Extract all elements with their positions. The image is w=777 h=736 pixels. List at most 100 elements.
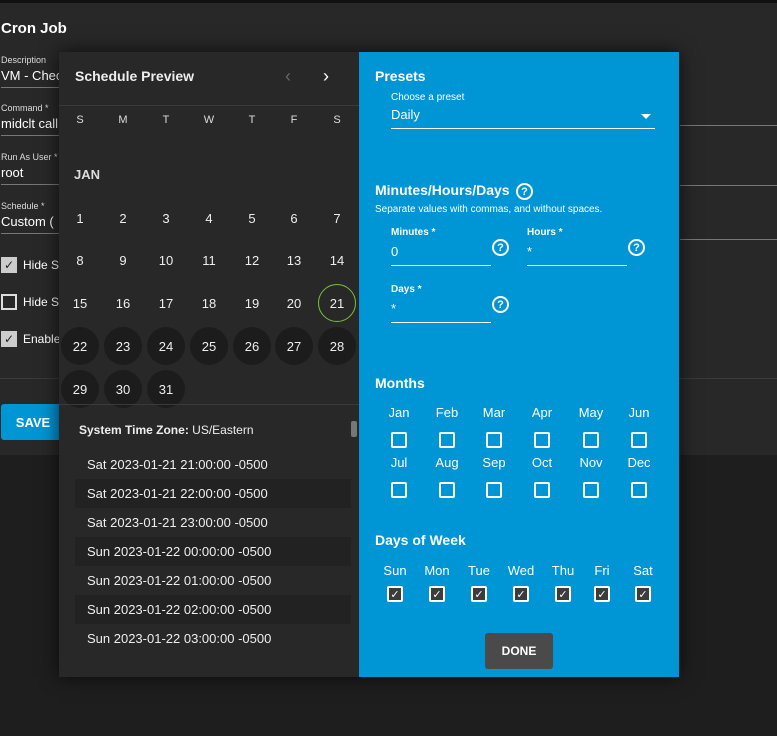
upcoming-runs-list: Sat 2023-01-21 21:00:00 -0500 Sat 2023-0… xyxy=(75,450,351,653)
month-option-aug[interactable]: Aug xyxy=(423,455,471,498)
preset-select[interactable]: Choose a preset Daily xyxy=(391,92,655,129)
description-value[interactable]: VM - Check xyxy=(1,68,61,83)
calendar-day: 14 xyxy=(329,252,345,268)
calendar-day: 8 xyxy=(76,252,84,268)
month-option-dec[interactable]: Dec xyxy=(615,455,663,498)
check-icon[interactable]: ✓ xyxy=(429,586,445,602)
calendar-day: 6 xyxy=(290,210,298,226)
month-option-may[interactable]: May xyxy=(567,405,615,448)
calendar-day: 29 xyxy=(61,370,99,408)
list-item: Sun 2023-01-22 02:00:00 -0500 xyxy=(75,595,351,624)
run-as-user-field[interactable]: Run As User * root xyxy=(1,152,61,185)
minutes-field[interactable]: Minutes * 0 xyxy=(391,227,491,266)
check-icon[interactable]: ✓ xyxy=(635,586,651,602)
month-checkbox[interactable] xyxy=(391,482,407,498)
run-as-user-label: Run As User * xyxy=(1,152,58,162)
enabled-checkbox[interactable]: ✓ Enable xyxy=(1,331,60,347)
done-button[interactable]: DONE xyxy=(485,633,553,669)
dow-option-sat[interactable]: Sat ✓ xyxy=(622,563,664,602)
calendar-day: 27 xyxy=(275,327,313,365)
month-option-jan[interactable]: Jan xyxy=(375,405,423,448)
chevron-down-icon[interactable] xyxy=(641,114,651,119)
check-icon[interactable]: ✓ xyxy=(594,586,610,602)
month-option-sep[interactable]: Sep xyxy=(470,455,518,498)
month-checkbox[interactable] xyxy=(391,432,407,448)
preset-value[interactable]: Daily xyxy=(391,107,655,125)
calendar-day: 3 xyxy=(162,210,170,226)
command-field[interactable]: Command * midclt call xyxy=(1,103,61,136)
hours-field[interactable]: Hours * * xyxy=(527,227,627,266)
save-button[interactable]: SAVE xyxy=(1,404,65,440)
check-icon[interactable]: ✓ xyxy=(471,586,487,602)
month-checkbox[interactable] xyxy=(534,432,550,448)
help-circle-icon[interactable]: ? xyxy=(516,183,533,200)
calendar-day: 28 xyxy=(318,327,356,365)
description-field[interactable]: Description VM - Check xyxy=(1,55,61,88)
month-option-jul[interactable]: Jul xyxy=(375,455,423,498)
month-checkbox[interactable] xyxy=(583,432,599,448)
calendar-day: 24 xyxy=(147,327,185,365)
calendar-day: 21 xyxy=(318,284,356,322)
month-checkbox[interactable] xyxy=(439,482,455,498)
month-option-mar[interactable]: Mar xyxy=(470,405,518,448)
description-label: Description xyxy=(1,55,47,65)
days-input[interactable]: * xyxy=(391,301,491,319)
command-label: Command * xyxy=(1,103,49,113)
help-circle-icon[interactable]: ? xyxy=(628,239,645,256)
month-checkbox[interactable] xyxy=(439,432,455,448)
calendar-day: 5 xyxy=(248,210,256,226)
calendar-day: 22 xyxy=(61,327,99,365)
month-checkbox[interactable] xyxy=(534,482,550,498)
hide-stderr-checkbox[interactable]: Hide S xyxy=(1,294,59,310)
check-icon[interactable]: ✓ xyxy=(387,586,403,602)
calendar-day: 19 xyxy=(244,295,260,311)
calendar-day: 12 xyxy=(244,252,260,268)
timezone-info: System Time Zone: US/Eastern xyxy=(79,423,254,437)
check-icon[interactable]: ✓ xyxy=(513,586,529,602)
list-item: Sat 2023-01-21 23:00:00 -0500 xyxy=(87,515,268,530)
list-item: Sun 2023-01-22 03:00:00 -0500 xyxy=(87,631,272,646)
schedule-value[interactable]: Custom ( xyxy=(1,214,61,229)
calendar-day: 9 xyxy=(119,252,127,268)
chevron-right-icon[interactable]: › xyxy=(323,66,329,87)
dow-option-fri[interactable]: Fri ✓ xyxy=(581,563,623,602)
form-title: Cron Job xyxy=(1,20,67,37)
month-option-apr[interactable]: Apr xyxy=(518,405,566,448)
run-as-user-value[interactable]: root xyxy=(1,165,61,180)
month-checkbox[interactable] xyxy=(631,482,647,498)
calendar-day: 18 xyxy=(201,295,217,311)
command-value[interactable]: midclt call xyxy=(1,116,61,131)
calendar-day: 15 xyxy=(72,295,88,311)
hours-input[interactable]: * xyxy=(527,244,627,262)
calendar-day: 11 xyxy=(202,252,216,268)
dow-option-wed[interactable]: Wed ✓ xyxy=(500,563,542,602)
dow-option-sun[interactable]: Sun ✓ xyxy=(374,563,416,602)
check-icon[interactable]: ✓ xyxy=(555,586,571,602)
days-field[interactable]: Days * * xyxy=(391,284,491,323)
minutes-input[interactable]: 0 xyxy=(391,244,491,262)
month-checkbox[interactable] xyxy=(631,432,647,448)
calendar-month-label: JAN xyxy=(74,167,101,182)
month-option-feb[interactable]: Feb xyxy=(423,405,471,448)
list-item: Sat 2023-01-21 22:00:00 -0500 xyxy=(75,479,351,508)
hide-stdout-checkbox[interactable]: ✓ Hide S xyxy=(1,257,59,273)
month-checkbox[interactable] xyxy=(583,482,599,498)
chevron-left-icon[interactable]: ‹ xyxy=(285,66,291,87)
calendar-day: 10 xyxy=(158,252,174,268)
month-checkbox[interactable] xyxy=(486,482,502,498)
help-circle-icon[interactable]: ? xyxy=(492,296,509,313)
scrollbar-thumb[interactable] xyxy=(351,421,357,437)
dow-option-tue[interactable]: Tue ✓ xyxy=(458,563,500,602)
calendar-day: 31 xyxy=(147,370,185,408)
calendar-day: 23 xyxy=(104,327,142,365)
month-checkbox[interactable] xyxy=(486,432,502,448)
calendar-day: 2 xyxy=(119,210,127,226)
month-option-oct[interactable]: Oct xyxy=(518,455,566,498)
dow-option-mon[interactable]: Mon ✓ xyxy=(416,563,458,602)
schedule-field[interactable]: Schedule * Custom ( xyxy=(1,201,61,234)
help-circle-icon[interactable]: ? xyxy=(492,239,509,256)
month-option-jun[interactable]: Jun xyxy=(615,405,663,448)
dow-option-thu[interactable]: Thu ✓ xyxy=(542,563,584,602)
check-icon: ✓ xyxy=(1,257,17,273)
month-option-nov[interactable]: Nov xyxy=(567,455,615,498)
